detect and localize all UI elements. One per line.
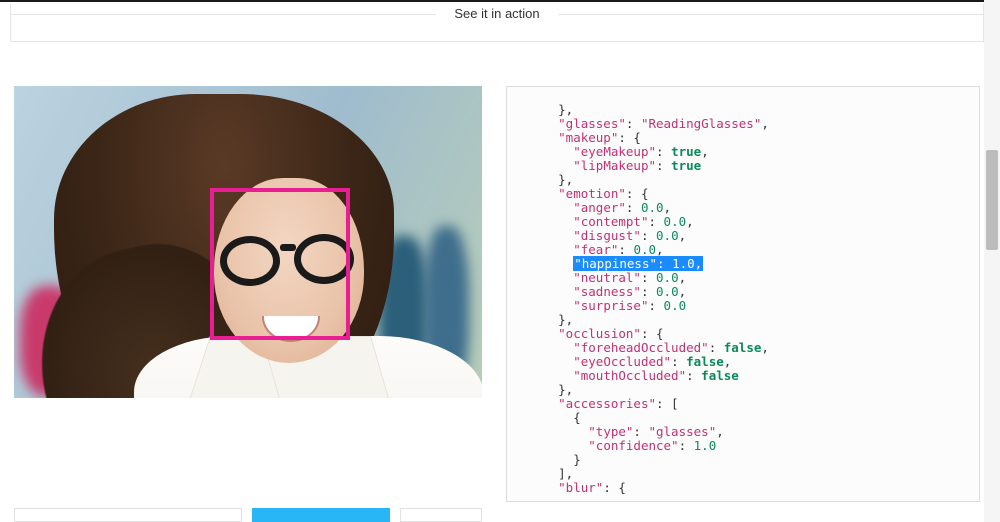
val-lipMakeup: true (671, 158, 701, 173)
key-anger: "anger" (573, 200, 626, 215)
key-contempt: "contempt" (573, 214, 648, 229)
key-fear: "fear" (573, 242, 618, 257)
browse-button[interactable] (400, 508, 482, 522)
key-sadness: "sadness" (573, 284, 641, 299)
highlighted-happiness-line: "happiness": 1.0, (573, 256, 703, 271)
key-eyeMakeup: "eyeMakeup" (573, 144, 656, 159)
key-mouthOccluded: "mouthOccluded" (573, 368, 686, 383)
page-scrollbar-thumb[interactable] (986, 150, 998, 250)
val-surprise: 0.0 (664, 298, 687, 313)
key-occlusion: "occlusion" (558, 326, 641, 341)
val-anger: 0.0 (641, 200, 664, 215)
val-eyeMakeup: true (671, 144, 701, 159)
window-top-edge (0, 0, 1000, 2)
val-eyeOccluded: false (686, 354, 724, 369)
val-acc-type: "glasses" (648, 424, 716, 439)
key-foreheadOccluded: "foreheadOccluded" (573, 340, 708, 355)
val-disgust: 0.0 (656, 228, 679, 243)
key-eyeOccluded: "eyeOccluded" (573, 354, 671, 369)
key-lipMakeup: "lipMakeup" (573, 158, 656, 173)
key-happiness: "happiness" (574, 256, 657, 271)
page-scrollbar-track[interactable] (984, 0, 1000, 522)
val-contempt: 0.0 (664, 214, 687, 229)
key-glasses: "glasses" (558, 116, 626, 131)
key-surprise: "surprise" (573, 298, 648, 313)
key-makeup: "makeup" (558, 130, 618, 145)
key-disgust: "disgust" (573, 228, 641, 243)
key-acc-type: "type" (588, 424, 633, 439)
submit-button[interactable] (252, 508, 390, 522)
sample-image (14, 86, 482, 398)
key-neutral: "neutral" (573, 270, 641, 285)
section-header: See it in action (10, 4, 984, 42)
val-mouthOccluded: false (701, 368, 739, 383)
detection-json-output[interactable]: }, "glasses": "ReadingGlasses", "makeup"… (506, 86, 980, 502)
key-blur: "blur" (558, 480, 603, 495)
val-sadness: 0.0 (656, 284, 679, 299)
val-fear: 0.0 (633, 242, 656, 257)
brace-close: }, (558, 102, 573, 117)
face-detection-rectangle (210, 188, 350, 340)
image-url-input[interactable] (14, 508, 242, 522)
val-happiness: 1.0 (672, 256, 695, 271)
val-glasses: "ReadingGlasses" (641, 116, 761, 131)
key-accessories: "accessories" (558, 396, 656, 411)
key-acc-confidence: "confidence" (588, 438, 678, 453)
val-acc-confidence: 1.0 (694, 438, 717, 453)
section-title: See it in action (436, 4, 557, 23)
val-neutral: 0.0 (656, 270, 679, 285)
key-emotion: "emotion" (558, 186, 626, 201)
val-foreheadOccluded: false (724, 340, 762, 355)
